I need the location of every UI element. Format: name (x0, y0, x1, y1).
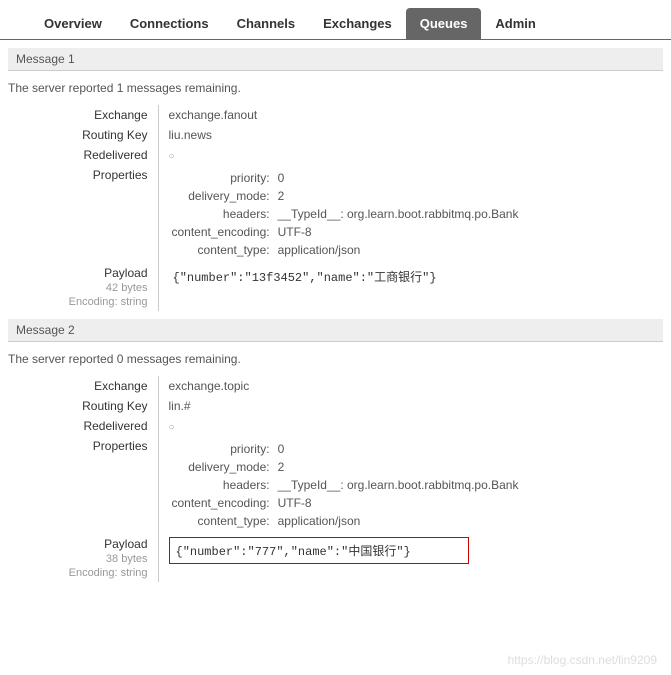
tab-overview[interactable]: Overview (30, 8, 116, 39)
value-content-encoding: UTF-8 (276, 495, 520, 511)
label-payload: Payload (104, 537, 147, 551)
redelivered-icon: ○ (169, 422, 175, 433)
label-properties: Properties (8, 436, 158, 534)
value-content-type: application/json (276, 242, 520, 258)
tab-channels[interactable]: Channels (223, 8, 310, 39)
value-headers: __TypeId__: org.learn.boot.rabbitmq.po.B… (276, 206, 520, 222)
value-priority: 0 (276, 170, 520, 186)
payload-encoding: Encoding: string (69, 296, 148, 308)
label-routing-key: Routing Key (8, 396, 158, 416)
properties-table: priority:0 delivery_mode:2 headers:__Typ… (169, 439, 522, 531)
value-exchange: exchange.fanout (158, 105, 521, 125)
value-priority: 0 (276, 441, 520, 457)
tab-exchanges[interactable]: Exchanges (309, 8, 406, 39)
value-content-type: application/json (276, 513, 520, 529)
label-exchange: Exchange (8, 105, 158, 125)
label-payload: Payload (104, 266, 147, 280)
payload-body: {"number":"13f3452","name":"工商银行"} (169, 266, 522, 287)
value-delivery-mode: 2 (276, 188, 520, 204)
tab-connections[interactable]: Connections (116, 8, 223, 39)
remaining-text: The server reported 1 messages remaining… (8, 81, 663, 95)
label-properties: Properties (8, 165, 158, 263)
value-delivery-mode: 2 (276, 459, 520, 475)
value-content-encoding: UTF-8 (276, 224, 520, 240)
message-table: Exchange exchange.fanout Routing Key liu… (8, 105, 521, 311)
value-exchange: exchange.topic (158, 376, 521, 396)
watermark: https://blog.csdn.net/lin9209 (508, 653, 657, 667)
messages-content: Message 1 The server reported 1 messages… (0, 48, 671, 582)
tab-queues[interactable]: Queues (406, 8, 482, 39)
payload-encoding: Encoding: string (69, 567, 148, 579)
message-table: Exchange exchange.topic Routing Key lin.… (8, 376, 521, 582)
label-redelivered: Redelivered (8, 416, 158, 436)
label-redelivered: Redelivered (8, 145, 158, 165)
label-routing-key: Routing Key (8, 125, 158, 145)
value-routing-key: liu.news (158, 125, 521, 145)
remaining-text: The server reported 0 messages remaining… (8, 352, 663, 366)
properties-table: priority:0 delivery_mode:2 headers:__Typ… (169, 168, 522, 260)
value-routing-key: lin.# (158, 396, 521, 416)
main-tabs: Overview Connections Channels Exchanges … (0, 8, 671, 40)
value-headers: __TypeId__: org.learn.boot.rabbitmq.po.B… (276, 477, 520, 493)
payload-body: {"number":"777","name":"中国银行"} (169, 537, 469, 564)
message-header: Message 1 (8, 48, 663, 71)
label-exchange: Exchange (8, 376, 158, 396)
payload-size: 38 bytes (106, 553, 148, 565)
message-header: Message 2 (8, 319, 663, 342)
payload-size: 42 bytes (106, 282, 148, 294)
redelivered-icon: ○ (169, 151, 175, 162)
tab-admin[interactable]: Admin (481, 8, 549, 39)
